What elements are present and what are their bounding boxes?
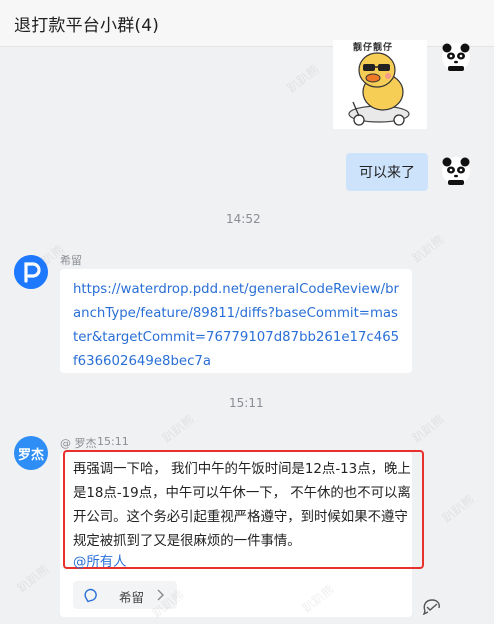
watermark-text: 趴趴熊: [409, 412, 447, 446]
sender-name: @ 罗杰: [60, 437, 97, 450]
sticker-image[interactable]: 靓仔靓仔: [333, 40, 427, 129]
avatar-text: 罗杰: [17, 448, 44, 463]
sender-avatar-xiliu[interactable]: [14, 255, 48, 289]
sticker-duck-icon: [348, 52, 410, 126]
sticker-caption: 靓仔靓仔: [353, 43, 394, 53]
chevron-right-icon: [157, 589, 164, 601]
watermark-text: 趴趴熊: [439, 492, 477, 526]
sender-avatar-luojie[interactable]: 罗杰: [14, 436, 48, 470]
reply-icon: [84, 588, 97, 603]
watermark-text: 趴趴熊: [159, 412, 197, 446]
time-divider: 14:52: [226, 212, 261, 226]
reply-label: 希留: [119, 590, 145, 605]
self-message-bubble[interactable]: 可以来了: [346, 153, 428, 191]
reaction-icon[interactable]: [422, 597, 442, 615]
watermark-text: 趴趴熊: [284, 62, 322, 96]
watermark-text: 趴趴熊: [14, 562, 52, 596]
message-text: 再强调一下哈， 我们中午的午饭时间是12点-13点，晚上是18点-19点，中午可…: [73, 462, 411, 549]
self-message-text: 可以来了: [359, 165, 415, 181]
chat-title[interactable]: 退打款平台小群(4): [14, 11, 159, 36]
message-time: 15:11: [97, 435, 129, 448]
code-review-link[interactable]: https://waterdrop.pdd.net/generalCodeRev…: [73, 278, 403, 374]
reply-thread-button[interactable]: 希留: [73, 581, 177, 609]
panda-icon: [442, 43, 470, 71]
self-avatar[interactable]: [441, 156, 471, 186]
watermark-text: 趴趴熊: [409, 232, 447, 266]
panda-icon: [442, 157, 470, 185]
time-divider: 15:11: [229, 396, 264, 410]
waterdrop-logo-icon: [14, 255, 48, 289]
mention-all-link[interactable]: @所有人: [73, 550, 127, 570]
link-message-bubble: https://waterdrop.pdd.net/generalCodeRev…: [60, 269, 412, 373]
sender-name: 希留: [60, 254, 82, 267]
self-avatar[interactable]: [441, 42, 471, 72]
